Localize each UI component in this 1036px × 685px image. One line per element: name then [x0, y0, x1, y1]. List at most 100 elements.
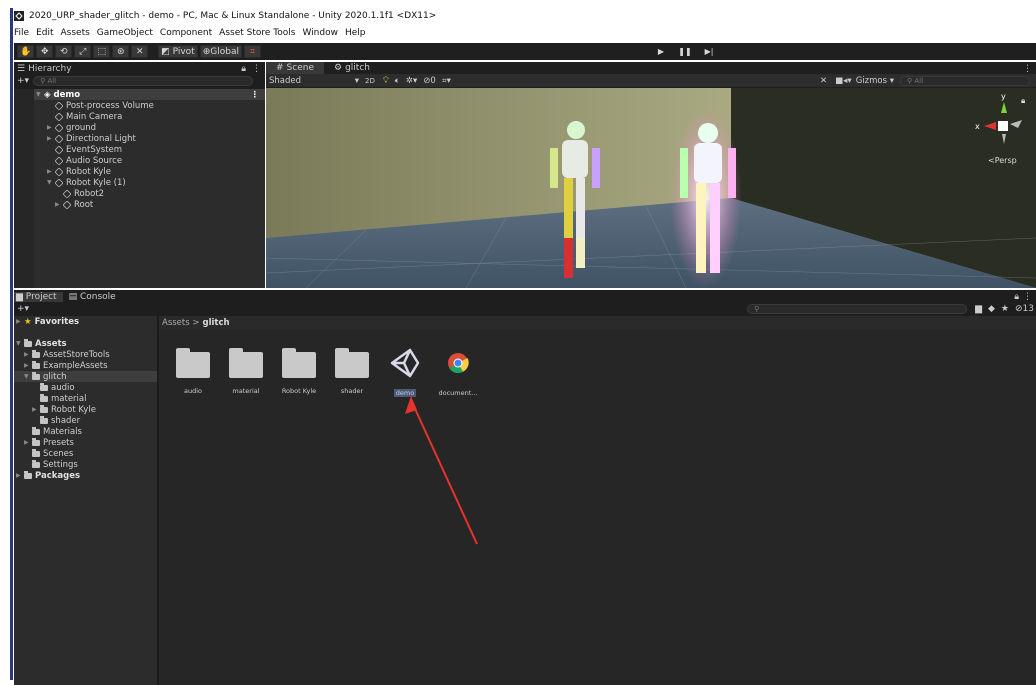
search-by-label-icon[interactable]: ◆	[988, 304, 995, 314]
tab-glitch[interactable]: ⚙ glitch	[324, 62, 380, 74]
rect-tool-button[interactable]: ⬚	[93, 45, 111, 58]
scale-tool-button[interactable]: ⤢	[74, 45, 92, 58]
menu-bar: File Edit Assets GameObject Component As…	[14, 26, 1034, 40]
more-options-icon[interactable]: ⋮	[251, 90, 260, 100]
folder-item[interactable]: audio	[14, 382, 157, 393]
folder-item[interactable]: material	[14, 393, 157, 404]
more-options-icon[interactable]: ⋮	[252, 64, 261, 74]
more-options-icon[interactable]: ⋮	[1023, 292, 1032, 302]
asset-folder-audio[interactable]: audio	[167, 346, 219, 397]
menu-gameobject[interactable]: GameObject	[97, 28, 153, 38]
scene-render: y x <Persp 🔒︎	[266, 88, 1036, 288]
asset-scene-demo[interactable]: demo	[379, 346, 431, 399]
hierarchy-item[interactable]: ▶ Robot Kyle	[14, 166, 265, 177]
menu-asset-store-tools[interactable]: Asset Store Tools	[219, 28, 295, 38]
packages-root[interactable]: ▶ Packages	[14, 470, 157, 481]
transform-tool-button[interactable]: ⊛	[112, 45, 130, 58]
project-search[interactable]: ⚲	[747, 304, 968, 314]
lock-icon[interactable]: 🔒︎	[1021, 96, 1025, 105]
tools-icon[interactable]: ✕	[820, 76, 827, 86]
menu-help[interactable]: Help	[345, 28, 366, 38]
folder-item[interactable]: ▶ Robot Kyle	[14, 404, 157, 415]
grid-toggle-icon[interactable]: ⌗▾	[442, 76, 451, 86]
folder-icon	[24, 470, 32, 479]
global-toggle[interactable]: ⊕ Global	[199, 45, 242, 58]
pause-button[interactable]: ❚❚	[674, 45, 696, 58]
hierarchy-item[interactable]: Audio Source	[14, 155, 265, 166]
pivot-toggle[interactable]: ◩ Pivot	[158, 45, 198, 58]
hierarchy-item[interactable]: Robot2	[14, 188, 265, 199]
tab-console[interactable]: ▤ Console	[63, 292, 122, 302]
hierarchy-search[interactable]: ⚲ All	[33, 76, 254, 86]
toggle-2d-button[interactable]: 2D	[365, 77, 375, 85]
tab-scene[interactable]: # Scene	[266, 62, 324, 74]
camera-icon[interactable]: ■◂▾	[835, 76, 852, 86]
create-dropdown[interactable]: +▾	[17, 304, 29, 314]
hierarchy-tab[interactable]: ☰ Hierarchy 🔒︎ ⋮	[14, 62, 265, 75]
folder-item[interactable]: shader	[14, 415, 157, 426]
grid-snap-button[interactable]: ⌗	[243, 45, 261, 58]
window-title: 2020_URP_shader_glitch - demo - PC, Mac …	[29, 11, 437, 21]
create-dropdown[interactable]: +▾	[17, 76, 29, 86]
lock-icon[interactable]: 🔒︎	[241, 64, 246, 74]
folder-label: audio	[51, 382, 75, 393]
step-button[interactable]: ▶|	[698, 45, 720, 58]
project-tab-strip: ▆ Project ▤ Console 🔒︎ ⋮	[14, 290, 1036, 303]
breadcrumb-assets[interactable]: Assets	[162, 318, 190, 328]
shading-mode-dropdown[interactable]: Shaded ▾	[269, 76, 359, 86]
folder-item[interactable]: ▶ Presets	[14, 437, 157, 448]
breadcrumb: Assets > glitch	[159, 316, 1036, 330]
hierarchy-item[interactable]: ▶ Directional Light	[14, 133, 265, 144]
gizmos-dropdown[interactable]: Gizmos ▾	[856, 76, 894, 86]
menu-window[interactable]: Window	[302, 28, 338, 38]
asset-folder-material[interactable]: material	[220, 346, 272, 397]
hierarchy-item[interactable]: Post-process Volume	[14, 100, 265, 111]
hierarchy-item-demo[interactable]: ▼ ◈ demo ⋮	[14, 89, 265, 100]
gameobject-icon	[54, 122, 64, 133]
rotate-tool-button[interactable]: ⟲	[55, 45, 73, 58]
lighting-toggle-icon[interactable]: 💡︎	[383, 76, 389, 86]
hierarchy-search-placeholder: All	[47, 77, 57, 85]
folder-icon: ▆	[16, 291, 23, 302]
folder-item-glitch[interactable]: ▼ glitch	[14, 371, 157, 382]
folder-item[interactable]: Scenes	[14, 448, 157, 459]
favorite-star-icon[interactable]: ★	[1001, 304, 1009, 314]
breadcrumb-glitch[interactable]: glitch	[203, 318, 230, 328]
scene-viewport[interactable]: y x <Persp 🔒︎	[266, 88, 1036, 288]
more-options-icon[interactable]: ⋮	[1023, 64, 1032, 74]
search-by-type-icon[interactable]: ▆	[975, 304, 982, 314]
hierarchy-toolbar: +▾ ⚲ All	[14, 75, 265, 87]
hidden-objects-icon[interactable]: ⊘	[423, 76, 430, 86]
hierarchy-item[interactable]: ▶ Root	[14, 199, 265, 210]
hierarchy-item[interactable]: ▼ Robot Kyle (1)	[14, 177, 265, 188]
favorites-section[interactable]: ▶ ★ Favorites	[14, 316, 157, 327]
effects-toggle-icon[interactable]: ✲▾	[406, 76, 417, 86]
menu-file[interactable]: File	[14, 28, 29, 38]
folder-label: Materials	[43, 426, 82, 437]
tab-console-label: Console	[79, 291, 116, 302]
move-tool-button[interactable]: ✥	[36, 45, 54, 58]
menu-component[interactable]: Component	[160, 28, 212, 38]
scene-panel: # Scene ⚙ glitch ⋮ Shaded ▾ 2D 💡︎ 🔈︎ ✲▾ ⊘ 0 …	[266, 62, 1036, 288]
scene-search[interactable]: ⚲ All	[900, 75, 1030, 86]
asset-document[interactable]: document...	[432, 346, 484, 399]
asset-folder-robot-kyle[interactable]: Robot Kyle	[273, 346, 325, 397]
hand-tool-button[interactable]: ✋	[17, 45, 35, 58]
hierarchy-item[interactable]: EventSystem	[14, 144, 265, 155]
hierarchy-item[interactable]: ▶ ground	[14, 122, 265, 133]
hidden-packages-icon[interactable]: ⊘	[1015, 304, 1023, 314]
menu-assets[interactable]: Assets	[61, 28, 90, 38]
menu-edit[interactable]: Edit	[36, 28, 53, 38]
tab-project[interactable]: ▆ Project	[14, 291, 63, 302]
lock-icon[interactable]: 🔒︎	[1014, 292, 1019, 302]
folder-item[interactable]: ▶ ExampleAssets	[14, 360, 157, 371]
audio-toggle-icon[interactable]: 🔈︎	[395, 76, 400, 86]
asset-folder-shader[interactable]: shader	[326, 346, 378, 397]
assets-root[interactable]: ▼ Assets	[14, 338, 157, 349]
folder-item[interactable]: Settings	[14, 459, 157, 470]
custom-tool-button[interactable]: ✕	[131, 45, 149, 58]
play-button[interactable]: ▶	[650, 45, 672, 58]
folder-item[interactable]: ▶ AssetStoreTools	[14, 349, 157, 360]
folder-item[interactable]: Materials	[14, 426, 157, 437]
hierarchy-item[interactable]: Main Camera	[14, 111, 265, 122]
